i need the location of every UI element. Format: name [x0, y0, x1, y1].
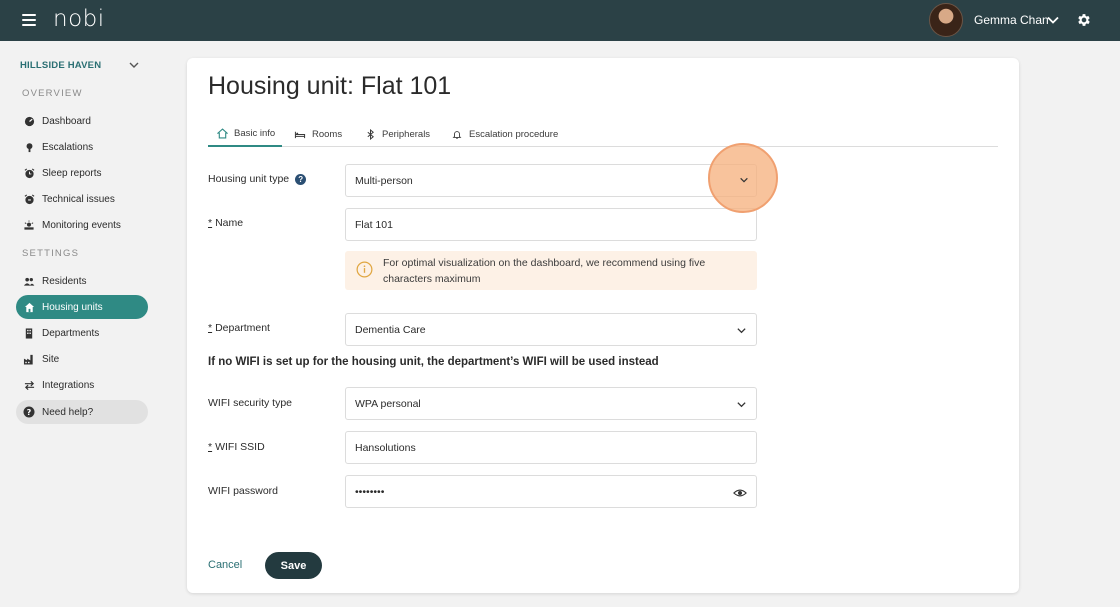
wifi-password-field[interactable]: •••••••• — [345, 475, 757, 508]
housing-unit-form-card: Housing unit: Flat 101 Basic info Rooms … — [187, 58, 1019, 593]
home-outline-icon — [216, 127, 228, 139]
wifi-security-select[interactable]: WPA personal — [345, 387, 757, 420]
name-value: Flat 101 — [355, 218, 393, 231]
escalation-icon — [23, 141, 35, 153]
tab-label: Escalation procedure — [469, 128, 559, 140]
help-label: Need help? — [42, 406, 94, 418]
sidebar-item-label: Departments — [42, 327, 100, 339]
name-label: * Name — [208, 217, 243, 229]
chevron-down-icon[interactable] — [1046, 13, 1060, 27]
sidebar-item-site[interactable]: Site — [16, 347, 148, 371]
sidebar-item-label: Dashboard — [42, 115, 91, 127]
sidebar-item-monitoring-events[interactable]: Monitoring events — [16, 213, 148, 237]
swap-arrows-icon — [23, 379, 35, 391]
menu-icon[interactable] — [22, 14, 36, 26]
settings-section-title: SETTINGS — [22, 248, 80, 259]
sidebar-item-label: Technical issues — [42, 193, 115, 205]
people-icon — [23, 275, 35, 287]
user-name[interactable]: Gemma Chan — [974, 13, 1049, 27]
factory-icon — [23, 353, 35, 365]
tab-label: Basic info — [234, 127, 276, 139]
tab-basic-info[interactable]: Basic info — [208, 121, 282, 147]
required-mark: * — [208, 441, 213, 453]
sidebar-item-departments[interactable]: Departments — [16, 321, 148, 345]
chevron-down-icon — [740, 177, 748, 183]
housing-type-label: Housing unit type ? — [208, 173, 307, 185]
wifi-ssid-label: * WIFI SSID — [208, 441, 265, 453]
sidebar-item-escalations[interactable]: Escalations — [16, 135, 148, 159]
app-logo[interactable]: nobi — [53, 6, 105, 32]
chevron-down-icon — [737, 328, 746, 334]
wifi-ssid-label-text: WIFI SSID — [215, 441, 265, 453]
tab-rooms[interactable]: Rooms — [294, 121, 342, 147]
organization-name[interactable]: HILLSIDE HAVEN — [20, 60, 101, 71]
tab-label: Peripherals — [382, 128, 431, 140]
cancel-button[interactable]: Cancel — [208, 559, 242, 571]
sidebar-item-label: Site — [42, 353, 60, 365]
help-icon: ? — [23, 406, 35, 418]
monitoring-icon — [23, 219, 35, 231]
wifi-password-value: •••••••• — [355, 485, 385, 498]
help-icon[interactable]: ? — [295, 173, 307, 185]
technical-alarm-icon — [23, 193, 35, 205]
info-icon — [356, 261, 373, 278]
sidebar-item-dashboard[interactable]: Dashboard — [16, 109, 148, 133]
bell-icon — [451, 128, 463, 140]
wifi-ssid-value: Hansolutions — [355, 441, 416, 454]
eye-icon[interactable] — [733, 486, 747, 500]
bed-icon — [294, 128, 306, 140]
tab-escalation-procedure[interactable]: Escalation procedure — [451, 121, 558, 147]
name-field[interactable]: Flat 101 — [345, 208, 757, 241]
home-icon — [23, 301, 35, 313]
wifi-security-label: WIFI security type — [208, 397, 293, 409]
notice-text: For optimal visualization on the dashboa… — [383, 257, 706, 285]
sidebar-item-label: Residents — [42, 275, 87, 287]
required-mark: * — [208, 322, 213, 334]
sidebar-item-label: Sleep reports — [42, 167, 102, 179]
sidebar-item-label: Housing units — [42, 301, 103, 313]
save-button[interactable]: Save — [265, 552, 322, 579]
wifi-password-label: WIFI password — [208, 485, 279, 497]
sidebar: HILLSIDE HAVEN OVERVIEW Dashboard Escala… — [0, 41, 166, 607]
tab-label: Rooms — [312, 128, 343, 140]
building-icon — [23, 327, 35, 339]
name-label-text: Name — [215, 217, 244, 229]
dashboard-icon — [23, 115, 35, 127]
name-length-notice: For optimal visualization on the dashboa… — [345, 251, 757, 290]
sidebar-item-label: Escalations — [42, 141, 94, 153]
help-button[interactable]: ? Need help? — [16, 400, 148, 424]
housing-type-value: Multi-person — [355, 174, 413, 187]
department-select[interactable]: Dementia Care — [345, 313, 757, 346]
department-value: Dementia Care — [355, 323, 426, 336]
sidebar-item-technical-issues[interactable]: Technical issues — [16, 187, 148, 211]
page-title: Housing unit: Flat 101 — [208, 72, 452, 100]
chevron-down-icon[interactable] — [128, 59, 140, 71]
tab-bar: Basic info Rooms Peripherals Escalation … — [208, 121, 998, 147]
department-label: * Department — [208, 322, 270, 334]
chevron-down-icon — [737, 402, 746, 408]
tab-peripherals[interactable]: Peripherals — [364, 121, 430, 147]
sidebar-item-label: Monitoring events — [42, 219, 121, 231]
bluetooth-icon — [364, 128, 376, 140]
avatar[interactable] — [929, 3, 963, 37]
gear-icon[interactable] — [1076, 12, 1092, 28]
alarm-clock-icon — [23, 167, 35, 179]
sidebar-item-residents[interactable]: Residents — [16, 269, 148, 293]
top-bar: nobi Gemma Chan — [0, 0, 1120, 41]
overview-section-title: OVERVIEW — [22, 88, 83, 99]
click-highlight[interactable] — [708, 143, 778, 213]
svg-text:?: ? — [27, 408, 32, 417]
sidebar-item-integrations[interactable]: Integrations — [16, 373, 148, 397]
housing-type-label-text: Housing unit type — [208, 173, 290, 185]
sidebar-item-sleep-reports[interactable]: Sleep reports — [16, 161, 148, 185]
wifi-fallback-note: If no WIFI is set up for the housing uni… — [208, 356, 659, 368]
required-mark: * — [208, 217, 213, 229]
department-label-text: Department — [215, 322, 270, 334]
wifi-security-value: WPA personal — [355, 397, 421, 410]
sidebar-item-label: Integrations — [42, 379, 95, 391]
housing-type-select[interactable]: Multi-person — [345, 164, 757, 197]
wifi-ssid-field[interactable]: Hansolutions — [345, 431, 757, 464]
sidebar-item-housing-units[interactable]: Housing units — [16, 295, 148, 319]
